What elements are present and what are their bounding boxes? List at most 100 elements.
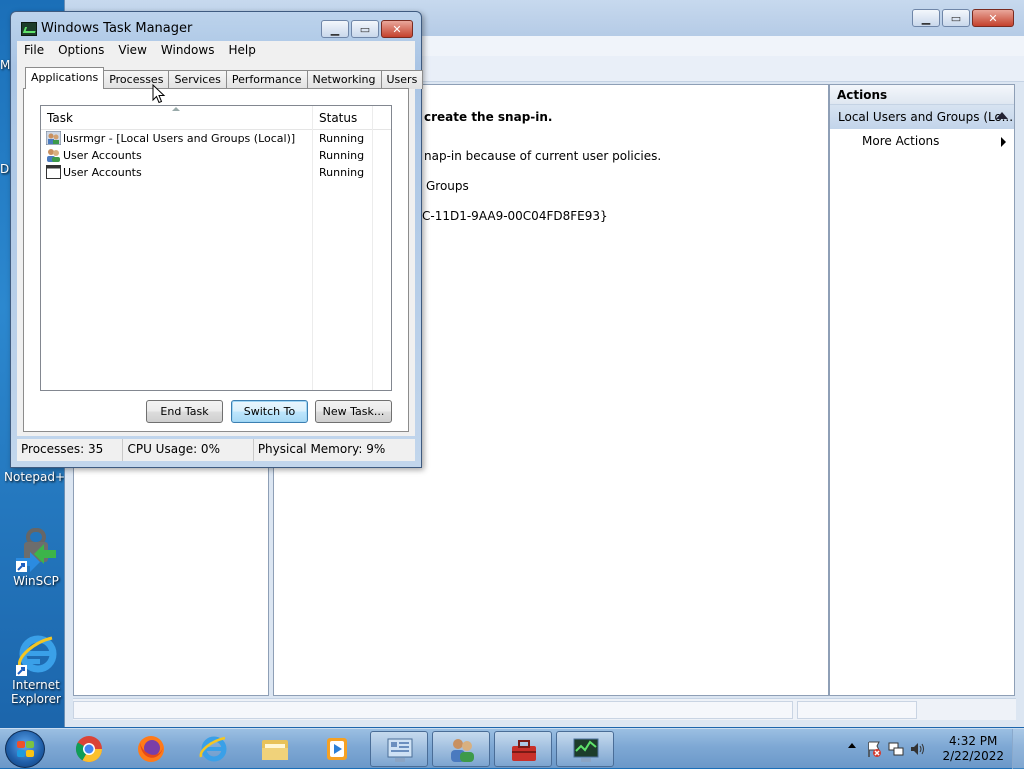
more-actions-label: More Actions bbox=[862, 134, 940, 148]
taskbar-toolbox[interactable] bbox=[494, 731, 552, 767]
taskbar-file-explorer[interactable] bbox=[246, 731, 304, 767]
task-row[interactable]: User Accounts Running bbox=[41, 147, 391, 164]
taskbar-user-accounts[interactable] bbox=[432, 731, 490, 767]
tab-applications[interactable]: Applications bbox=[25, 67, 105, 89]
more-actions-item[interactable]: More Actions bbox=[830, 129, 1014, 153]
lusrmgr-icon bbox=[45, 130, 62, 146]
taskbar-task-manager[interactable] bbox=[556, 731, 614, 767]
taskbar: 4:32 PM 2/22/2022 bbox=[0, 728, 1024, 769]
desktop-icon-winscp[interactable]: WinSCP bbox=[4, 528, 68, 588]
cpu-usage: CPU Usage: 0% bbox=[123, 439, 254, 461]
task-row[interactable]: User Accounts Running bbox=[41, 164, 391, 181]
chrome-icon bbox=[75, 736, 103, 763]
tab-strip: Applications Processes Services Performa… bbox=[25, 67, 424, 89]
desktop-edge-text-d: D bbox=[0, 162, 10, 176]
error-heading: create the snap-in. bbox=[424, 110, 553, 124]
end-task-button[interactable]: End Task bbox=[146, 400, 223, 423]
winscp-icon bbox=[14, 528, 58, 572]
applications-tab-page: Task Status lusrmgr - [Local Users and G… bbox=[23, 88, 409, 432]
taskbar-chrome[interactable] bbox=[60, 731, 118, 767]
tab-networking[interactable]: Networking bbox=[306, 70, 382, 89]
tab-users[interactable]: Users bbox=[380, 70, 424, 89]
desktop-icon-label: Internet Explorer bbox=[11, 678, 61, 706]
task-name: lusrmgr - [Local Users and Groups (Local… bbox=[63, 132, 296, 145]
physical-memory: Physical Memory: 9% bbox=[257, 442, 386, 456]
desktop-edge-text-m: M bbox=[0, 58, 11, 72]
toolbox-icon bbox=[512, 740, 536, 761]
task-list[interactable]: Task Status lusrmgr - [Local Users and G… bbox=[40, 105, 392, 391]
clock-time: 4:32 PM bbox=[949, 734, 998, 748]
minimize-button[interactable]: ▁ bbox=[912, 9, 940, 27]
menu-windows[interactable]: Windows bbox=[154, 41, 222, 61]
mmc-caption-buttons: ▁ ▭ ✕ bbox=[912, 9, 1014, 27]
window-title: Windows Task Manager bbox=[41, 21, 193, 36]
menu-options[interactable]: Options bbox=[51, 41, 111, 61]
task-name: User Accounts bbox=[63, 149, 142, 162]
task-status: Running bbox=[319, 166, 365, 179]
status-cell bbox=[797, 701, 917, 719]
internet-explorer-icon bbox=[199, 736, 227, 762]
task-row[interactable]: lusrmgr - [Local Users and Groups (Local… bbox=[41, 130, 391, 147]
actions-section-label: Local Users and Groups (Lo... bbox=[838, 110, 1014, 124]
close-button[interactable]: ✕ bbox=[381, 20, 413, 38]
task-manager-window: Windows Task Manager ▁ ▭ ✕ File Options … bbox=[10, 11, 424, 468]
collapse-arrow-icon[interactable] bbox=[996, 112, 1008, 119]
close-button[interactable]: ✕ bbox=[972, 9, 1014, 27]
user-accounts-icon bbox=[46, 148, 61, 162]
user-accounts-icon bbox=[451, 739, 474, 762]
file-explorer-icon bbox=[262, 740, 288, 760]
tm-menubar: File Options View Windows Help bbox=[17, 41, 415, 61]
task-list-header: Task Status bbox=[41, 106, 391, 130]
windows-logo-icon bbox=[17, 741, 35, 758]
tm-caption-buttons: ▁ ▭ ✕ bbox=[321, 20, 413, 38]
computer-management-icon bbox=[387, 738, 413, 762]
error-detail: nap-in because of current user policies. bbox=[424, 149, 662, 163]
actions-header: Actions bbox=[830, 85, 1014, 105]
start-button[interactable] bbox=[5, 730, 45, 768]
tm-statusbar: Processes: 35 CPU Usage: 0% Physical Mem… bbox=[17, 439, 415, 461]
mouse-cursor-icon bbox=[152, 84, 166, 104]
menu-view[interactable]: View bbox=[111, 41, 153, 61]
taskbar-computer-management[interactable] bbox=[370, 731, 428, 767]
snapin-name: Groups bbox=[426, 179, 469, 193]
tab-performance[interactable]: Performance bbox=[225, 70, 308, 89]
internet-explorer-icon bbox=[14, 632, 58, 676]
taskbar-firefox[interactable] bbox=[122, 731, 180, 767]
show-hidden-icons-icon[interactable] bbox=[848, 743, 856, 748]
snapin-clsid: C-11D1-9AA9-00C04FD8FE93} bbox=[422, 209, 608, 223]
sort-arrow-icon bbox=[172, 107, 180, 111]
task-status: Running bbox=[319, 149, 365, 162]
actions-section-local-users[interactable]: Local Users and Groups (Lo... bbox=[830, 105, 1014, 129]
task-manager-icon bbox=[573, 738, 599, 762]
action-center-icon[interactable] bbox=[866, 740, 882, 758]
submenu-arrow-icon bbox=[1001, 137, 1006, 147]
switch-to-button[interactable]: Switch To bbox=[231, 400, 308, 423]
status-cell bbox=[73, 701, 793, 719]
tm-client-area: Applications Processes Services Performa… bbox=[17, 61, 424, 436]
network-icon[interactable] bbox=[888, 741, 904, 757]
column-header-status[interactable]: Status bbox=[313, 106, 373, 129]
taskbar-media-player[interactable] bbox=[308, 731, 366, 767]
clock-date: 2/22/2022 bbox=[942, 749, 1004, 763]
system-tray: 4:32 PM 2/22/2022 bbox=[834, 729, 1024, 769]
taskbar-clock[interactable]: 4:32 PM 2/22/2022 bbox=[942, 734, 1004, 764]
media-player-icon bbox=[327, 738, 347, 760]
new-task-button[interactable]: New Task... bbox=[315, 400, 392, 423]
maximize-button[interactable]: ▭ bbox=[942, 9, 970, 27]
mmc-statusbar bbox=[73, 698, 1016, 720]
taskbar-internet-explorer[interactable] bbox=[184, 731, 242, 767]
desktop-icon-notepadplusplus[interactable]: Notepad++ bbox=[4, 470, 75, 484]
minimize-button[interactable]: ▁ bbox=[321, 20, 349, 38]
desktop-icon-internet-explorer[interactable]: Internet Explorer bbox=[4, 632, 68, 706]
menu-file[interactable]: File bbox=[17, 41, 51, 61]
volume-icon[interactable] bbox=[910, 741, 926, 757]
maximize-button[interactable]: ▭ bbox=[351, 20, 379, 38]
firefox-icon bbox=[138, 736, 164, 762]
show-desktop-button[interactable] bbox=[1012, 729, 1024, 769]
actions-pane: Actions Local Users and Groups (Lo... Mo… bbox=[829, 84, 1015, 696]
window-icon bbox=[46, 165, 61, 179]
desktop-icon-label: WinSCP bbox=[13, 574, 59, 588]
menu-help[interactable]: Help bbox=[221, 41, 262, 61]
processes-count: Processes: 35 bbox=[17, 439, 124, 461]
tab-services[interactable]: Services bbox=[168, 70, 227, 89]
